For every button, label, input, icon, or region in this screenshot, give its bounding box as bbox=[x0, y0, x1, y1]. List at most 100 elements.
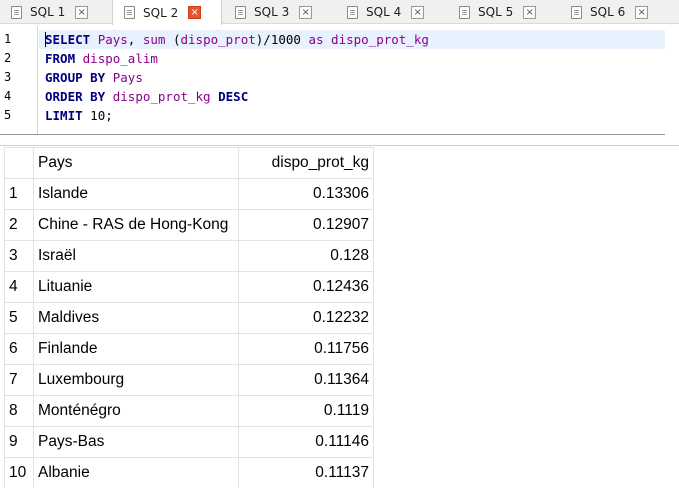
cell-pays[interactable]: Israël bbox=[33, 240, 239, 272]
sql-keyword-as: as bbox=[308, 32, 324, 47]
cell-dispo-prot-kg[interactable]: 0.11137 bbox=[238, 457, 374, 488]
close-icon[interactable]: × bbox=[188, 6, 202, 19]
table-row[interactable]: 8 Monténégro 0.1119 bbox=[4, 395, 374, 427]
line-number: 3 bbox=[4, 70, 12, 84]
row-number: 3 bbox=[4, 240, 34, 272]
document-icon bbox=[11, 5, 22, 19]
tab-sql-3[interactable]: SQL 3 × bbox=[224, 0, 334, 24]
sql-punct: ( bbox=[172, 32, 181, 47]
sql-literal: 10; bbox=[90, 108, 113, 123]
table-row[interactable]: 2 Chine - RAS de Hong-Kong 0.12907 bbox=[4, 209, 374, 241]
cell-pays[interactable]: Chine - RAS de Hong-Kong bbox=[33, 209, 239, 241]
row-number: 1 bbox=[4, 178, 34, 210]
tab-sql-4[interactable]: SQL 4 × bbox=[336, 0, 446, 24]
sql-keyword: FROM bbox=[45, 51, 76, 66]
pane-splitter[interactable] bbox=[0, 136, 679, 146]
sql-identifier: Pays bbox=[97, 32, 128, 47]
cell-pays[interactable]: Finlande bbox=[33, 333, 239, 365]
table-row[interactable]: 1 Islande 0.13306 bbox=[4, 178, 374, 210]
table-row[interactable]: 3 Israël 0.128 bbox=[4, 240, 374, 272]
document-icon bbox=[124, 6, 135, 19]
tab-label: SQL 2 bbox=[143, 5, 179, 20]
cell-pays[interactable]: Monténégro bbox=[33, 395, 239, 427]
table-row[interactable]: 10 Albanie 0.11137 bbox=[4, 457, 374, 488]
document-icon bbox=[235, 5, 246, 19]
table-row[interactable]: 9 Pays-Bas 0.11146 bbox=[4, 426, 374, 458]
sql-keyword: DESC bbox=[218, 89, 249, 104]
sql-punct: , bbox=[127, 32, 136, 47]
sql-identifier: dispo_alim bbox=[82, 51, 158, 66]
results-grid: Pays dispo_prot_kg 1 Islande 0.13306 2 Chin… bbox=[4, 147, 374, 488]
cell-pays[interactable]: Albanie bbox=[33, 457, 239, 488]
tab-sql-1[interactable]: SQL 1 × bbox=[0, 0, 110, 24]
cell-pays[interactable]: Islande bbox=[33, 178, 239, 210]
cell-dispo-prot-kg[interactable]: 0.12436 bbox=[238, 271, 374, 303]
table-row[interactable]: 4 Lituanie 0.12436 bbox=[4, 271, 374, 303]
tab-label: SQL 6 bbox=[590, 5, 626, 19]
column-header-dispo-prot-kg[interactable]: dispo_prot_kg bbox=[238, 147, 374, 179]
cell-dispo-prot-kg[interactable]: 0.11364 bbox=[238, 364, 374, 396]
tab-sql-6[interactable]: SQL 6 × bbox=[560, 0, 670, 24]
line-number-gutter: 1 2 3 4 5 bbox=[0, 26, 38, 134]
row-number: 5 bbox=[4, 302, 34, 334]
cell-dispo-prot-kg[interactable]: 0.128 bbox=[238, 240, 374, 272]
results-header-row: Pays dispo_prot_kg bbox=[4, 147, 374, 179]
code-line-1: SELECT Pays, sum (dispo_prot)/1000 as di… bbox=[45, 30, 429, 49]
close-icon[interactable]: × bbox=[75, 5, 89, 19]
cell-dispo-prot-kg[interactable]: 0.11146 bbox=[238, 426, 374, 458]
line-number: 2 bbox=[4, 51, 12, 65]
table-row[interactable]: 7 Luxembourg 0.11364 bbox=[4, 364, 374, 396]
cell-pays[interactable]: Pays-Bas bbox=[33, 426, 239, 458]
code-line-3: GROUP BY Pays bbox=[45, 68, 143, 87]
code-line-4: ORDER BY dispo_prot_kg DESC bbox=[45, 87, 248, 106]
sql-keyword: GROUP BY bbox=[45, 70, 106, 85]
tab-label: SQL 5 bbox=[478, 5, 514, 19]
cell-pays[interactable]: Lituanie bbox=[33, 271, 239, 303]
row-number: 2 bbox=[4, 209, 34, 241]
sql-punct: )/1000 bbox=[255, 32, 301, 47]
column-header-pays[interactable]: Pays bbox=[33, 147, 239, 179]
line-number: 1 bbox=[4, 32, 12, 46]
sql-identifier: Pays bbox=[112, 70, 143, 85]
code-line-5: LIMIT 10; bbox=[45, 106, 113, 125]
close-icon[interactable]: × bbox=[523, 5, 537, 19]
table-row[interactable]: 5 Maldives 0.12232 bbox=[4, 302, 374, 334]
cell-pays[interactable]: Maldives bbox=[33, 302, 239, 334]
sql-editor[interactable]: 1 2 3 4 5 SELECT Pays, sum (dispo_prot)/… bbox=[0, 26, 665, 135]
cell-dispo-prot-kg[interactable]: 0.12907 bbox=[238, 209, 374, 241]
line-number: 5 bbox=[4, 108, 12, 122]
row-number: 9 bbox=[4, 426, 34, 458]
cell-dispo-prot-kg[interactable]: 0.11756 bbox=[238, 333, 374, 365]
document-icon bbox=[571, 5, 582, 19]
table-row[interactable]: 6 Finlande 0.11756 bbox=[4, 333, 374, 365]
close-icon[interactable]: × bbox=[411, 5, 425, 19]
close-icon[interactable]: × bbox=[635, 5, 649, 19]
sql-function: sum bbox=[142, 32, 166, 47]
row-number: 8 bbox=[4, 395, 34, 427]
line-number: 4 bbox=[4, 89, 12, 103]
row-number-header[interactable] bbox=[4, 147, 34, 179]
cell-dispo-prot-kg[interactable]: 0.1119 bbox=[238, 395, 374, 427]
sql-tab-bar: SQL 1 × SQL 2 × SQL 3 × SQL 4 × SQL 5 × … bbox=[0, 0, 679, 25]
document-icon bbox=[347, 5, 358, 19]
tab-sql-5[interactable]: SQL 5 × bbox=[448, 0, 558, 24]
tab-label: SQL 3 bbox=[254, 5, 290, 19]
close-icon[interactable]: × bbox=[299, 5, 313, 19]
sql-keyword: ORDER BY bbox=[45, 89, 106, 104]
tab-label: SQL 4 bbox=[366, 5, 402, 19]
sql-identifier: dispo_prot_kg bbox=[331, 32, 429, 47]
row-number: 6 bbox=[4, 333, 34, 365]
cell-dispo-prot-kg[interactable]: 0.12232 bbox=[238, 302, 374, 334]
sql-keyword: LIMIT bbox=[45, 108, 83, 123]
tab-label: SQL 1 bbox=[30, 5, 66, 19]
cell-pays[interactable]: Luxembourg bbox=[33, 364, 239, 396]
row-number: 10 bbox=[4, 457, 34, 488]
document-icon bbox=[459, 5, 470, 19]
text-cursor bbox=[45, 32, 46, 47]
sql-keyword: SELECT bbox=[45, 32, 91, 47]
code-line-2: FROM dispo_alim bbox=[45, 49, 158, 68]
row-number: 7 bbox=[4, 364, 34, 396]
cell-dispo-prot-kg[interactable]: 0.13306 bbox=[238, 178, 374, 210]
tab-sql-2[interactable]: SQL 2 × bbox=[112, 0, 222, 25]
row-number: 4 bbox=[4, 271, 34, 303]
